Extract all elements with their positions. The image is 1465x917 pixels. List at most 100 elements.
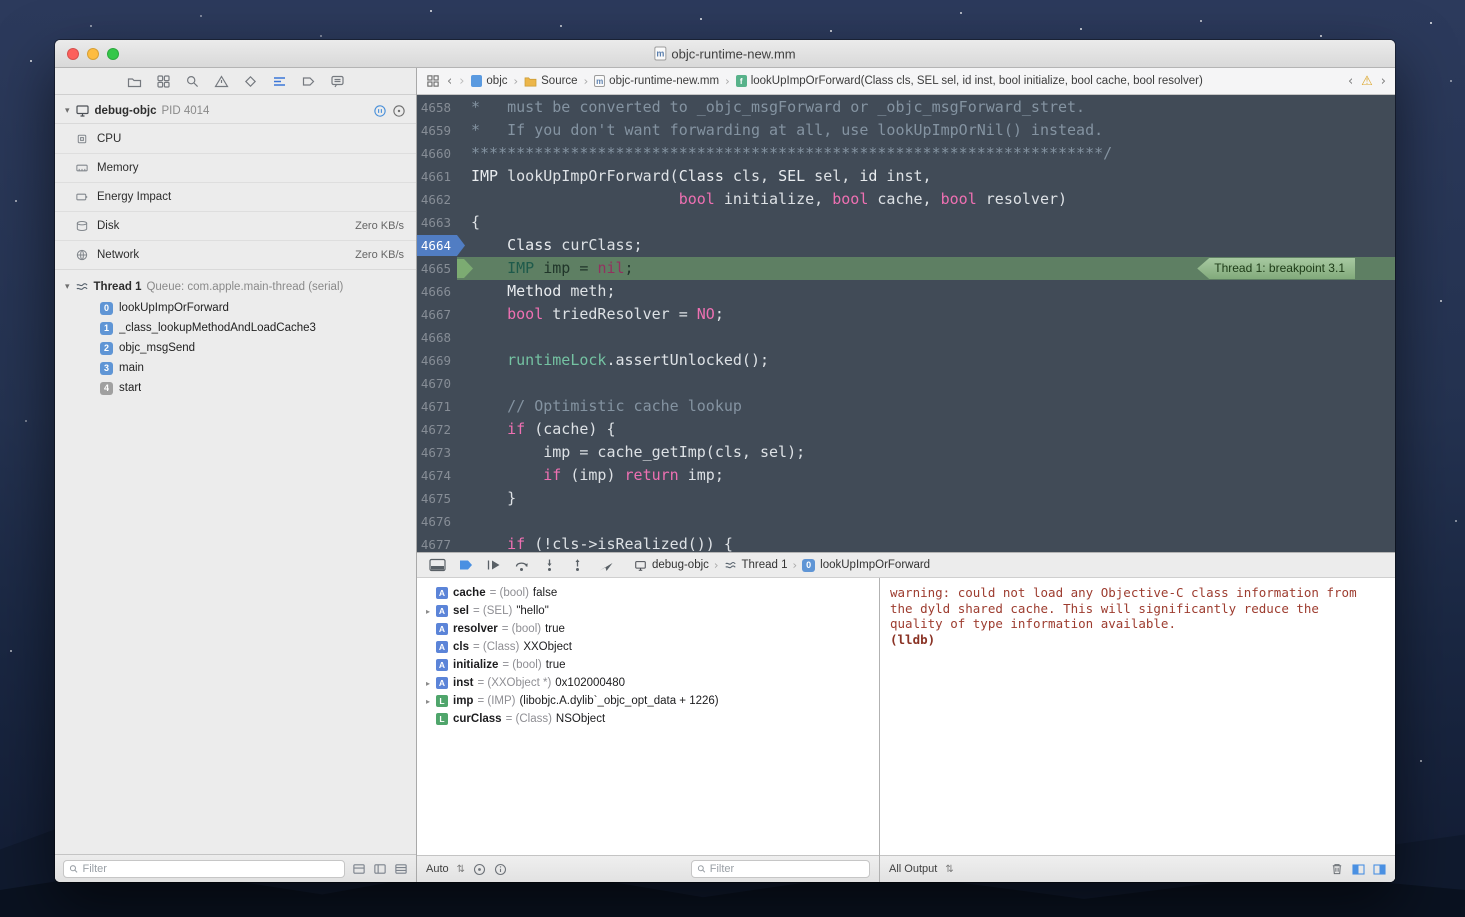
line-number-gutter[interactable]: 4675 [417,487,457,510]
line-number-gutter[interactable]: 4662 [417,188,457,211]
breadcrumb-item[interactable]: Source [524,75,577,87]
code-line[interactable]: 4658* must be converted to _objc_msgForw… [417,96,1395,119]
gauge-row-memory[interactable]: Memory [55,153,416,182]
line-number-gutter[interactable]: 4667 [417,303,457,326]
code-line[interactable]: 4660************************************… [417,142,1395,165]
line-number-gutter[interactable]: 4677 [417,533,457,552]
process-row[interactable]: ▾ debug-objc PID 4014 [55,100,416,123]
code-line[interactable]: 4667 bool triedResolver = NO; [417,303,1395,326]
step-into-icon[interactable] [542,558,558,572]
gauge-row-cpu[interactable]: CPU [55,124,416,153]
minimize-button[interactable] [87,48,99,60]
variable-row-imp[interactable]: ▸Limp= (IMP)(libobjc.A.dylib`_objc_opt_d… [417,692,879,710]
warning-icon[interactable]: ⚠ [1361,74,1373,89]
report-navigator-icon[interactable] [329,73,345,89]
disclosure-closed-icon[interactable]: ▸ [426,697,436,706]
debug-jump-frame[interactable]: lookUpImpOrForward [820,559,930,571]
variable-row-sel[interactable]: ▸Asel= (SEL)"hello" [417,602,879,620]
code-line[interactable]: 4666 Method meth; [417,280,1395,303]
code-line[interactable]: 4664 Class curClass; [417,234,1395,257]
line-number-gutter[interactable]: 4666 [417,280,457,303]
source-editor[interactable]: 4658* must be converted to _objc_msgForw… [417,95,1395,552]
variables-filter-input[interactable] [710,863,864,875]
console-output[interactable]: warning: could not load any Objective-C … [880,578,1395,855]
step-over-icon[interactable] [514,558,530,572]
line-number-gutter[interactable]: 4664 [417,234,457,257]
code-line[interactable]: 4671 // Optimistic cache lookup [417,395,1395,418]
code-line[interactable]: 4670 [417,372,1395,395]
line-number-gutter[interactable]: 4659 [417,119,457,142]
breakpoint-navigator-icon[interactable] [300,73,316,89]
variables-filter-field[interactable] [691,860,870,878]
breadcrumb-item[interactable]: objc [471,75,507,87]
disclosure-open-icon[interactable]: ▾ [65,282,70,292]
code-line[interactable]: 4668 [417,326,1395,349]
zoom-button[interactable] [107,48,119,60]
flatten-list-icon[interactable] [352,862,366,876]
watchpoint-icon[interactable] [473,863,486,876]
line-number-gutter[interactable]: 4672 [417,418,457,441]
titlebar[interactable]: m objc-runtime-new.mm [55,40,1395,68]
previous-issue-icon[interactable]: ‹ [1348,74,1353,89]
code-line[interactable]: 4675 } [417,487,1395,510]
code-line[interactable]: 4661IMP lookUpImpOrForward(Class cls, SE… [417,165,1395,188]
stack-frame-row[interactable]: 1_class_lookupMethodAndLoadCache3 [55,318,416,338]
document-proxy-icon[interactable]: m [654,47,666,61]
code-line[interactable]: 4669 runtimeLock.assertUnlocked(); [417,349,1395,372]
breadcrumb-item[interactable]: mobjc-runtime-new.mm [594,75,719,87]
line-number-gutter[interactable]: 4665 [417,257,457,280]
simulate-location-icon[interactable] [598,558,614,572]
project-navigator-icon[interactable] [126,73,142,89]
line-number-gutter[interactable]: 4676 [417,510,457,533]
line-number-gutter[interactable]: 4668 [417,326,457,349]
disclosure-open-icon[interactable]: ▾ [65,106,70,116]
code-line[interactable]: 4659* If you don't want forwarding at al… [417,119,1395,142]
variables-scope-menu[interactable]: Auto [426,863,449,875]
line-number-gutter[interactable]: 4670 [417,372,457,395]
line-number-gutter[interactable]: 4669 [417,349,457,372]
code-line[interactable]: 4662 bool initialize, bool cache, bool r… [417,188,1395,211]
navigator-filter-input[interactable] [83,863,340,875]
code-line[interactable]: 4677 if (!cls->isRealized()) { [417,533,1395,552]
variable-row-cls[interactable]: Acls= (Class)XXObject [417,638,879,656]
code-line[interactable]: 4674 if (imp) return imp; [417,464,1395,487]
console-scope-menu[interactable]: All Output [889,863,937,875]
navigator-filter-field[interactable] [63,860,345,878]
stack-frame-row[interactable]: 4start [55,378,416,398]
debug-jump-process[interactable]: debug-objc [652,559,709,571]
line-number-gutter[interactable]: 4674 [417,464,457,487]
line-number-gutter[interactable]: 4660 [417,142,457,165]
test-navigator-icon[interactable] [242,73,258,89]
variable-row-initialize[interactable]: Ainitialize= (bool)true [417,656,879,674]
next-issue-icon[interactable]: › [1381,74,1386,89]
debug-jump-thread[interactable]: Thread 1 [742,559,788,571]
stack-frame-row[interactable]: 0lookUpImpOrForward [55,298,416,318]
memory-gauge-icon[interactable] [392,104,406,118]
forward-icon[interactable]: › [459,74,464,89]
pause-process-icon[interactable] [373,104,387,118]
stack-frame-row[interactable]: 3main [55,358,416,378]
thread-row[interactable]: ▾ Thread 1 Queue: com.apple.main-thread … [55,270,416,298]
line-number-gutter[interactable]: 4658 [417,96,457,119]
symbol-navigator-icon[interactable] [155,73,171,89]
gauge-row-disk[interactable]: DiskZero KB/s [55,211,416,240]
issue-navigator-icon[interactable] [213,73,229,89]
stack-frame-row[interactable]: 2objc_msgSend [55,338,416,358]
info-icon[interactable] [494,863,507,876]
related-items-icon[interactable] [426,74,440,88]
show-running-blocks-icon[interactable] [394,862,408,876]
code-line[interactable]: 4676 [417,510,1395,533]
hide-debug-area-icon[interactable] [429,558,446,572]
line-number-gutter[interactable]: 4673 [417,441,457,464]
variable-row-curClass[interactable]: LcurClass= (Class)NSObject [417,710,879,728]
code-line[interactable]: 4672 if (cache) { [417,418,1395,441]
line-number-gutter[interactable]: 4671 [417,395,457,418]
trash-icon[interactable] [1330,862,1344,876]
gauge-row-network[interactable]: NetworkZero KB/s [55,240,416,269]
find-navigator-icon[interactable] [184,73,200,89]
show-crashed-threads-icon[interactable] [373,862,387,876]
breadcrumb-item[interactable]: flookUpImpOrForward(Class cls, SEL sel, … [736,75,1203,87]
variable-row-inst[interactable]: ▸Ainst= (XXObject *)0x102000480 [417,674,879,692]
code-line[interactable]: 4665 IMP imp = nil;Thread 1: breakpoint … [417,257,1395,280]
back-icon[interactable]: ‹ [447,74,452,89]
